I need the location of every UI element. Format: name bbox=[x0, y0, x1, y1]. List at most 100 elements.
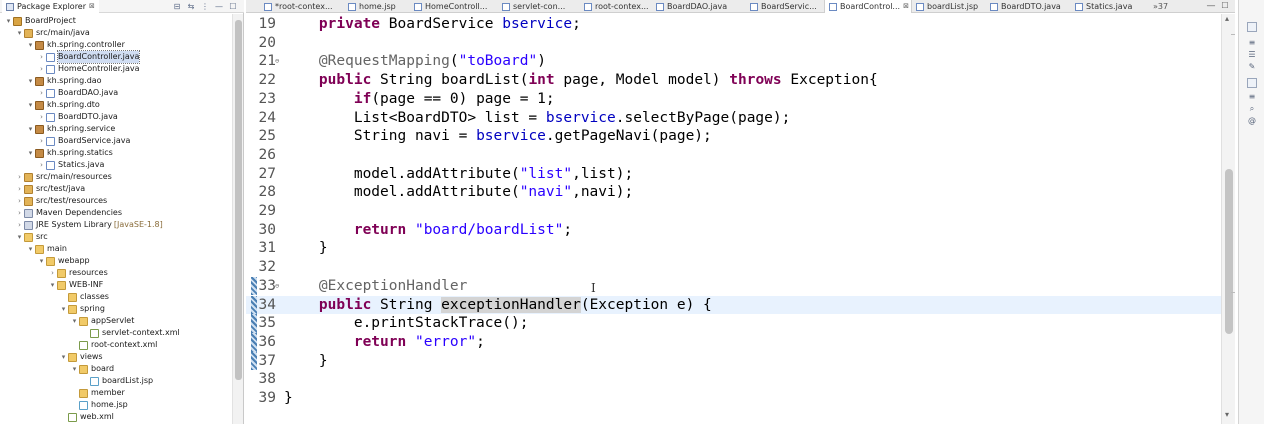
expand-arrow-icon[interactable]: ▾ bbox=[15, 27, 24, 39]
expand-arrow-icon[interactable]: ▾ bbox=[26, 147, 35, 159]
problems-icon[interactable]: ≡ bbox=[1247, 92, 1257, 102]
editor-tab[interactable]: *root-contex... bbox=[260, 0, 344, 13]
tree-item[interactable]: web.xml bbox=[59, 411, 114, 423]
code-line[interactable]: 31 } bbox=[246, 239, 1221, 258]
collapse-arrow-icon[interactable]: › bbox=[48, 267, 57, 279]
tree-item[interactable]: ▾ BoardProject bbox=[4, 15, 76, 27]
close-icon[interactable]: ⊠ bbox=[903, 0, 909, 13]
type-hierarchy-icon[interactable]: ✎ bbox=[1247, 62, 1257, 72]
tree-item[interactable]: ▾ board bbox=[70, 363, 114, 375]
collapse-arrow-icon[interactable]: › bbox=[15, 219, 24, 231]
editor-scrollbar[interactable]: ▴ ▾ bbox=[1221, 14, 1235, 424]
tree-item[interactable]: root-context.xml bbox=[70, 339, 157, 351]
minimize-icon[interactable]: — bbox=[1206, 1, 1216, 11]
tree-item[interactable]: ▾ WEB-INF bbox=[48, 279, 103, 291]
fold-toggle-icon[interactable]: ⊖ bbox=[275, 277, 279, 296]
scroll-up-icon[interactable]: ▴ bbox=[1225, 14, 1229, 23]
code-line[interactable]: 35 e.printStackTrace(); bbox=[246, 314, 1221, 333]
expand-arrow-icon[interactable]: ▾ bbox=[37, 255, 46, 267]
tree-item[interactable]: › BoardDAO.java bbox=[37, 87, 118, 99]
collapse-all-icon[interactable]: ⊟ bbox=[172, 2, 182, 12]
tree-item[interactable]: › HomeController.java bbox=[37, 63, 140, 75]
package-explorer-tab[interactable]: Package Explorer ⊠ bbox=[2, 0, 99, 13]
expand-arrow-icon[interactable]: ▾ bbox=[59, 303, 68, 315]
code-line[interactable]: 36 return "error"; bbox=[246, 332, 1221, 352]
editor-tab[interactable]: servlet-con... bbox=[498, 0, 580, 13]
view-menu-icon[interactable]: ⋮ bbox=[200, 2, 210, 12]
editor-tab[interactable]: BoardDTO.java bbox=[986, 0, 1071, 13]
code-line[interactable]: 24 List<BoardDTO> list = bservice.select… bbox=[246, 109, 1221, 128]
code-line[interactable]: 21 ⊖ @RequestMapping("toBoard") bbox=[246, 52, 1221, 71]
code-line[interactable]: 26 bbox=[246, 146, 1221, 165]
outline-icon[interactable]: ≡ bbox=[1247, 38, 1257, 48]
editor-tab[interactable]: root-contex... bbox=[580, 0, 652, 13]
tree-item[interactable]: › Statics.java bbox=[37, 159, 104, 171]
code-line[interactable]: 37 } bbox=[246, 351, 1221, 371]
editor-tab[interactable]: BoardDAO.java bbox=[652, 0, 746, 13]
close-icon[interactable]: ⊠ bbox=[89, 0, 95, 13]
code-line[interactable]: 32 bbox=[246, 258, 1221, 277]
tree-item[interactable]: ▾ kh.spring.controller bbox=[26, 39, 125, 51]
search-icon[interactable]: ⌕ bbox=[1247, 104, 1257, 114]
tree-item[interactable]: ▾ kh.spring.statics bbox=[26, 147, 113, 159]
code-line[interactable]: 23 if(page == 0) page = 1; bbox=[246, 90, 1221, 109]
code-line[interactable]: 19 private BoardService bservice; bbox=[246, 15, 1221, 34]
package-explorer-scroll-thumb[interactable] bbox=[235, 20, 242, 380]
code-line[interactable]: 28 model.addAttribute("navi",navi); bbox=[246, 183, 1221, 202]
editor-tab[interactable]: BoardServic... bbox=[746, 0, 824, 13]
console-icon[interactable] bbox=[1247, 78, 1257, 88]
tree-item[interactable]: ▾ main bbox=[26, 243, 67, 255]
scroll-down-icon[interactable]: ▾ bbox=[1225, 410, 1229, 419]
expand-arrow-icon[interactable]: ▾ bbox=[70, 315, 79, 327]
tree-item[interactable]: › src/test/java bbox=[15, 183, 85, 195]
tree-item[interactable]: › Maven Dependencies bbox=[15, 207, 122, 219]
code-line[interactable]: 29 bbox=[246, 202, 1221, 221]
tree-item[interactable]: boardList.jsp bbox=[81, 375, 153, 387]
more-tabs-button[interactable]: »37 bbox=[1153, 0, 1168, 13]
javadoc-icon[interactable]: @ bbox=[1247, 116, 1257, 126]
code-line[interactable]: 38 bbox=[246, 370, 1221, 389]
code-line[interactable]: 30 return "board/boardList"; bbox=[246, 221, 1221, 240]
link-with-editor-icon[interactable]: ⇆ bbox=[186, 2, 196, 12]
expand-arrow-icon[interactable]: ▾ bbox=[4, 15, 13, 27]
fold-toggle-icon[interactable]: ⊖ bbox=[275, 52, 279, 71]
editor-tab[interactable]: Statics.java bbox=[1071, 0, 1151, 13]
expand-arrow-icon[interactable]: ▾ bbox=[59, 351, 68, 363]
collapse-arrow-icon[interactable]: › bbox=[15, 195, 24, 207]
code-line[interactable]: 20 bbox=[246, 34, 1221, 53]
collapse-arrow-icon[interactable]: › bbox=[15, 171, 24, 183]
expand-arrow-icon[interactable]: ▾ bbox=[48, 279, 57, 291]
minimize-icon[interactable]: — bbox=[214, 2, 224, 12]
tree-item[interactable]: › BoardDTO.java bbox=[37, 111, 118, 123]
tree-item[interactable]: ▾ webapp bbox=[37, 255, 90, 267]
collapse-arrow-icon[interactable]: › bbox=[37, 87, 46, 99]
expand-arrow-icon[interactable]: ▾ bbox=[26, 39, 35, 51]
code-line[interactable]: 22 public String boardList(int page, Mod… bbox=[246, 71, 1221, 90]
tree-item[interactable]: home.jsp bbox=[70, 399, 128, 411]
tree-item[interactable]: member bbox=[70, 387, 125, 399]
tree-item[interactable]: ▾ kh.spring.service bbox=[26, 123, 115, 135]
tree-item[interactable]: › src/main/resources bbox=[15, 171, 112, 183]
expand-arrow-icon[interactable]: ▾ bbox=[26, 123, 35, 135]
tree-item[interactable]: ▾ kh.spring.dao bbox=[26, 75, 102, 87]
collapse-arrow-icon[interactable]: › bbox=[37, 159, 46, 171]
tree-item[interactable]: ▾ views bbox=[59, 351, 103, 363]
tree-item[interactable]: ▾ kh.spring.dto bbox=[26, 99, 100, 111]
collapse-arrow-icon[interactable]: › bbox=[37, 51, 46, 63]
tree-item[interactable]: servlet-context.xml bbox=[81, 327, 180, 339]
code-line[interactable]: 25 String navi = bservice.getPageNavi(pa… bbox=[246, 127, 1221, 146]
collapse-arrow-icon[interactable]: › bbox=[15, 183, 24, 195]
maximize-icon[interactable]: ☐ bbox=[228, 2, 238, 12]
tree-item[interactable]: ▾ appServlet bbox=[70, 315, 134, 327]
tree-item[interactable]: ▾ spring bbox=[59, 303, 105, 315]
tree-item[interactable]: › src/test/resources bbox=[15, 195, 107, 207]
code-line[interactable]: 33 ⊖ @ExceptionHandler bbox=[246, 276, 1221, 296]
editor-tab[interactable]: home.jsp bbox=[344, 0, 410, 13]
collapse-arrow-icon[interactable]: › bbox=[15, 207, 24, 219]
code-area[interactable]: I 19 private BoardService bservice; 20 21 ⊖… bbox=[246, 14, 1221, 424]
expand-arrow-icon[interactable]: ▾ bbox=[26, 99, 35, 111]
expand-arrow-icon[interactable]: ▾ bbox=[15, 231, 24, 243]
tree-item[interactable]: › JRE System Library [JavaSE-1.8] bbox=[15, 219, 163, 231]
tree-item[interactable]: classes bbox=[59, 291, 109, 303]
expand-arrow-icon[interactable]: ▾ bbox=[70, 363, 79, 375]
